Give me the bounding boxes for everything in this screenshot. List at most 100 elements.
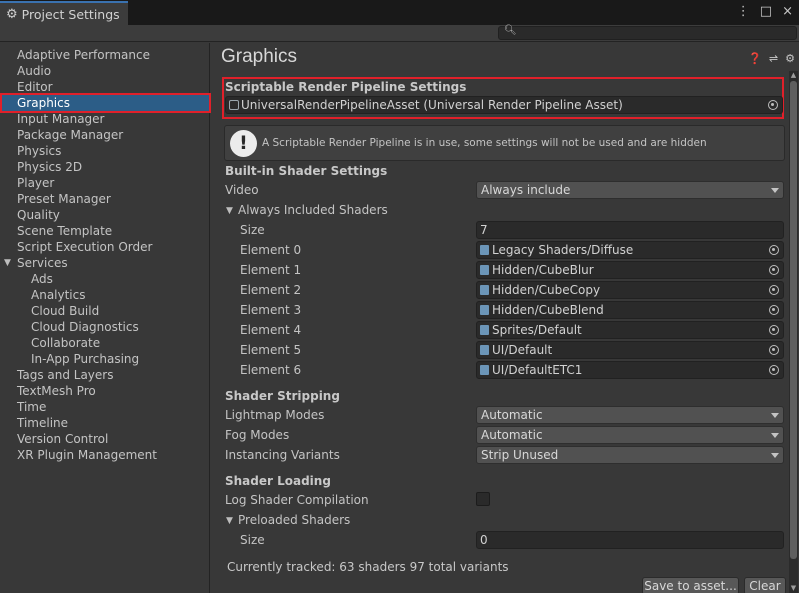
sidebar-item-label: Timeline [17, 416, 69, 430]
preloaded-size-label: Size [240, 533, 265, 547]
sidebar-item-preset-manager[interactable]: Preset Manager [0, 191, 210, 207]
element-label: Element 6 [240, 363, 302, 377]
sidebar-item-textmesh-pro[interactable]: TextMesh Pro [0, 383, 210, 399]
help-message: A Scriptable Render Pipeline is in use, … [262, 137, 707, 149]
presets-icon[interactable]: ⇌ [769, 52, 778, 65]
shader-value: UI/Default [492, 343, 553, 357]
sidebar-item-xr-plugin-management[interactable]: XR Plugin Management [0, 447, 210, 463]
log-shader-compilation-checkbox[interactable] [476, 492, 490, 506]
sidebar-item-ads[interactable]: Ads [0, 271, 210, 287]
sidebar-item-physics-2d[interactable]: Physics 2D [0, 159, 210, 175]
settings-sidebar: Adaptive Performance Audio Editor Graphics I… [0, 43, 210, 593]
scrollbar-thumb[interactable] [790, 81, 797, 559]
close-icon[interactable]: × [782, 4, 793, 19]
foldout-open-icon[interactable]: ▼ [4, 255, 11, 271]
shader-icon [480, 265, 489, 275]
save-to-asset-button[interactable]: Save to asset... [642, 577, 739, 593]
shader-object-field[interactable]: UI/Default [476, 341, 784, 359]
vertical-scrollbar[interactable]: ▲ ▼ [789, 71, 798, 593]
sidebar-item-collaborate[interactable]: Collaborate [0, 335, 210, 351]
search-input[interactable]: 🔍︎ [498, 25, 797, 40]
shader-object-field[interactable]: Hidden/CubeBlend [476, 301, 784, 319]
sidebar-item-player[interactable]: Player [0, 175, 210, 191]
object-picker-icon[interactable] [769, 285, 779, 295]
preloaded-shaders-label[interactable]: Preloaded Shaders [238, 513, 350, 527]
object-picker-icon[interactable] [769, 245, 779, 255]
sidebar-item-label: Time [17, 400, 47, 414]
clear-button[interactable]: Clear [744, 577, 786, 593]
maximize-icon[interactable]: □ [760, 4, 772, 19]
sidebar-item-services[interactable]: ▼ Services [0, 255, 210, 271]
object-picker-icon[interactable] [769, 305, 779, 315]
sidebar-item-label: Physics [17, 144, 62, 158]
lightmap-modes-value: Automatic [481, 408, 543, 422]
sidebar-item-timeline[interactable]: Timeline [0, 415, 210, 431]
settings-gear-icon[interactable]: ⚙ [785, 52, 795, 65]
sidebar-item-cloud-build[interactable]: Cloud Build [0, 303, 210, 319]
sidebar-item-scene-template[interactable]: Scene Template [0, 223, 210, 239]
instancing-variants-dropdown[interactable]: Strip Unused [476, 446, 784, 464]
object-picker-icon[interactable] [769, 265, 779, 275]
object-picker-icon[interactable] [769, 345, 779, 355]
preloaded-size-field[interactable]: 0 [476, 531, 784, 549]
gear-icon: ⚙ [6, 6, 18, 22]
shader-object-field[interactable]: Hidden/CubeCopy [476, 281, 784, 299]
fog-modes-label: Fog Modes [225, 428, 290, 442]
object-picker-icon[interactable] [768, 100, 778, 110]
scroll-down-icon[interactable]: ▼ [789, 584, 798, 593]
search-icon: 🔍︎ [504, 25, 517, 36]
shader-object-field[interactable]: UI/DefaultETC1 [476, 361, 784, 379]
help-icon[interactable]: ❓ [748, 52, 762, 65]
shader-object-field[interactable]: Sprites/Default [476, 321, 784, 339]
sidebar-item-label: Adaptive Performance [17, 48, 150, 62]
builtin-heading: Built-in Shader Settings [225, 164, 388, 178]
log-shader-compilation-label: Log Shader Compilation [225, 493, 369, 507]
sidebar-item-cloud-diagnostics[interactable]: Cloud Diagnostics [0, 319, 210, 335]
sidebar-item-version-control[interactable]: Version Control [0, 431, 210, 447]
lightmap-modes-label: Lightmap Modes [225, 408, 325, 422]
scroll-up-icon[interactable]: ▲ [789, 71, 798, 80]
sidebar-item-label: Cloud Diagnostics [31, 320, 139, 334]
instancing-variants-label: Instancing Variants [225, 448, 340, 462]
foldout-open-icon[interactable]: ▼ [226, 206, 233, 216]
help-box: ! A Scriptable Render Pipeline is in use… [224, 125, 785, 161]
element-label: Element 3 [240, 303, 302, 317]
lightmap-modes-dropdown[interactable]: Automatic [476, 406, 784, 424]
sidebar-item-audio[interactable]: Audio [0, 63, 210, 79]
tab-project-settings[interactable]: ⚙ Project Settings [0, 1, 128, 25]
video-dropdown[interactable]: Always include [476, 181, 784, 199]
sidebar-item-in-app-purchasing[interactable]: In-App Purchasing [0, 351, 210, 367]
sidebar-item-package-manager[interactable]: Package Manager [0, 127, 210, 143]
sidebar-item-label: Analytics [31, 288, 86, 302]
element-label: Element 0 [240, 243, 302, 257]
sidebar-item-label: XR Plugin Management [17, 448, 157, 462]
shader-object-field[interactable]: Hidden/CubeBlur [476, 261, 784, 279]
sidebar-item-script-execution-order[interactable]: Script Execution Order [0, 239, 210, 255]
sidebar-item-analytics[interactable]: Analytics [0, 287, 210, 303]
sidebar-item-label: Collaborate [31, 336, 101, 350]
object-picker-icon[interactable] [769, 365, 779, 375]
shader-icon [480, 245, 489, 255]
element-label: Element 1 [240, 263, 302, 277]
sidebar-item-label: Tags and Layers [17, 368, 114, 382]
object-picker-icon[interactable] [769, 325, 779, 335]
sidebar-item-label: Scene Template [17, 224, 113, 238]
srp-asset-field[interactable]: UniversalRenderPipelineAsset (Universal … [225, 96, 783, 114]
sidebar-item-label: Version Control [17, 432, 109, 446]
always-included-shaders-label[interactable]: Always Included Shaders [238, 203, 388, 217]
more-options-icon[interactable]: ⋮ [737, 4, 750, 19]
shader-object-field[interactable]: Legacy Shaders/Diffuse [476, 241, 784, 259]
size-field[interactable]: 7 [476, 221, 784, 239]
sidebar-item-adaptive-performance[interactable]: Adaptive Performance [0, 47, 210, 63]
sidebar-item-time[interactable]: Time [0, 399, 210, 415]
shader-icon [480, 305, 489, 315]
foldout-open-icon[interactable]: ▼ [226, 516, 233, 526]
element-label: Element 5 [240, 343, 302, 357]
sidebar-item-label: In-App Purchasing [31, 352, 140, 366]
sidebar-item-tags-and-layers[interactable]: Tags and Layers [0, 367, 210, 383]
stripping-heading: Shader Stripping [225, 389, 340, 403]
fog-modes-dropdown[interactable]: Automatic [476, 426, 784, 444]
sidebar-item-input-manager[interactable]: Input Manager [0, 111, 210, 127]
sidebar-item-quality[interactable]: Quality [0, 207, 210, 223]
sidebar-item-physics[interactable]: Physics [0, 143, 210, 159]
